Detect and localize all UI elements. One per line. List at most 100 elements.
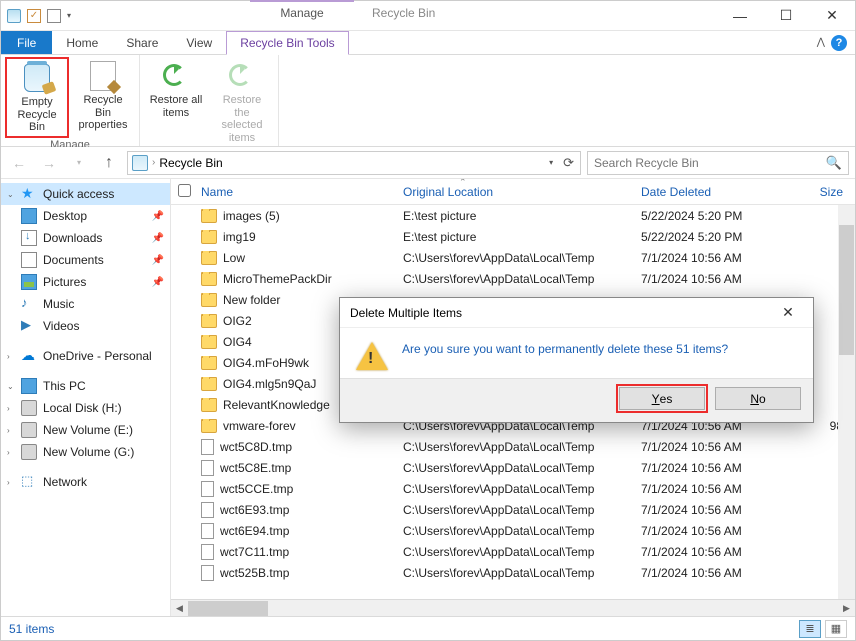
sidebar-item-quick-access[interactable]: ⌄★Quick access — [1, 183, 170, 205]
table-row[interactable]: wct5C8E.tmpC:\Users\forev\AppData\Local\… — [171, 457, 855, 478]
file-name: Low — [223, 251, 245, 265]
empty-recycle-bin-button[interactable]: Empty Recycle Bin — [5, 57, 69, 138]
vertical-scroll-thumb[interactable] — [839, 225, 854, 355]
qat-new-folder-icon[interactable] — [47, 9, 61, 23]
tab-file[interactable]: File — [1, 31, 52, 54]
nav-back-button[interactable]: ← — [7, 151, 31, 175]
chevron-right-icon[interactable]: › — [152, 157, 155, 168]
sidebar-item-new-volume-e[interactable]: ›New Volume (E:) — [1, 419, 170, 441]
minimize-button[interactable]: — — [717, 1, 763, 31]
window-title: Recycle Bin — [372, 6, 435, 20]
file-date-deleted: 7/1/2024 10:56 AM — [641, 251, 801, 265]
ribbon-group-restore: Restore all items Restore the selected i… — [140, 55, 279, 146]
table-row[interactable]: img19E:\test picture5/22/2024 5:20 PM — [171, 226, 855, 247]
address-dropdown-icon[interactable]: ▾ — [545, 158, 557, 167]
table-row[interactable]: wct5CCE.tmpC:\Users\forev\AppData\Local\… — [171, 478, 855, 499]
contextual-tab-highlight — [250, 0, 354, 2]
vertical-scrollbar[interactable] — [838, 205, 855, 599]
restore-all-items-button[interactable]: Restore all items — [144, 57, 208, 147]
ribbon-group-manage: Empty Recycle Bin Recycle Bin properties… — [1, 55, 140, 146]
table-row[interactable]: wct7C11.tmpC:\Users\forev\AppData\Local\… — [171, 541, 855, 562]
navigation-pane[interactable]: ⌄★Quick access Desktop📌 Downloads📌 Docum… — [1, 179, 171, 616]
collapse-ribbon-icon[interactable]: ⋀ — [817, 37, 825, 48]
dialog-no-button[interactable]: No — [715, 387, 801, 410]
file-name: img19 — [223, 230, 256, 244]
help-icon[interactable]: ? — [831, 35, 847, 51]
pin-icon: 📌 — [152, 211, 164, 222]
recycle-bin-properties-button[interactable]: Recycle Bin properties — [71, 57, 135, 138]
qat-properties-icon[interactable]: ✓ — [27, 9, 41, 23]
search-box[interactable]: 🔍 — [587, 151, 849, 175]
address-bar[interactable]: › Recycle Bin ▾ ⟳ — [127, 151, 581, 175]
file-original-location: C:\Users\forev\AppData\Local\Temp — [403, 251, 641, 265]
table-row[interactable]: wct6E94.tmpC:\Users\forev\AppData\Local\… — [171, 520, 855, 541]
view-large-icons-button[interactable]: ▦ — [825, 620, 847, 638]
column-original-location[interactable]: Original Location — [403, 185, 641, 199]
properties-icon — [90, 61, 116, 91]
recycle-bin-properties-label: Recycle Bin properties — [75, 94, 131, 132]
file-date-deleted: 7/1/2024 10:56 AM — [641, 461, 801, 475]
file-name: images (5) — [223, 209, 280, 223]
dialog-yes-button[interactable]: Yes — [619, 387, 705, 410]
table-row[interactable]: images (5)E:\test picture5/22/2024 5:20 … — [171, 205, 855, 226]
warning-icon: ! — [356, 342, 388, 372]
table-row[interactable]: wct6E93.tmpC:\Users\forev\AppData\Local\… — [171, 499, 855, 520]
drive-icon — [21, 422, 37, 438]
sort-indicator-icon: ⌃ — [459, 179, 467, 188]
file-original-location: C:\Users\forev\AppData\Local\Temp — [403, 503, 641, 517]
close-button[interactable]: ✕ — [809, 1, 855, 31]
restore-all-items-label: Restore all items — [148, 94, 204, 119]
file-name: wct5C8E.tmp — [220, 461, 291, 475]
tab-home[interactable]: Home — [52, 31, 112, 54]
search-input[interactable] — [594, 156, 826, 170]
sidebar-item-pictures[interactable]: Pictures📌 — [1, 271, 170, 293]
tab-share[interactable]: Share — [112, 31, 172, 54]
file-original-location: C:\Users\forev\AppData\Local\Temp — [403, 272, 641, 286]
sidebar-item-music[interactable]: ♪Music — [1, 293, 170, 315]
view-details-button[interactable]: ≣ — [799, 620, 821, 638]
file-original-location: C:\Users\forev\AppData\Local\Temp — [403, 566, 641, 580]
maximize-button[interactable]: ☐ — [763, 1, 809, 31]
file-date-deleted: 7/1/2024 10:56 AM — [641, 566, 801, 580]
sidebar-item-new-volume-g[interactable]: ›New Volume (G:) — [1, 441, 170, 463]
sidebar-item-local-disk-h[interactable]: ›Local Disk (H:) — [1, 397, 170, 419]
folder-icon — [201, 251, 217, 265]
dialog-close-button[interactable]: ✕ — [773, 304, 803, 321]
scroll-right-button[interactable]: ▶ — [838, 600, 855, 617]
sidebar-item-desktop[interactable]: Desktop📌 — [1, 205, 170, 227]
sidebar-item-onedrive[interactable]: ›☁OneDrive - Personal — [1, 345, 170, 367]
ribbon: Empty Recycle Bin Recycle Bin properties… — [1, 55, 855, 147]
file-date-deleted: 7/1/2024 10:56 AM — [641, 272, 801, 286]
search-icon[interactable]: 🔍 — [826, 155, 842, 171]
table-row[interactable]: wct525B.tmpC:\Users\forev\AppData\Local\… — [171, 562, 855, 583]
delete-confirmation-dialog: Delete Multiple Items ✕ ! Are you sure y… — [339, 297, 814, 423]
tab-view[interactable]: View — [172, 31, 226, 54]
table-row[interactable]: Low C:\Users\forev\AppData\Local\Temp7/1/… — [171, 247, 855, 268]
nav-up-button[interactable]: ↑ — [97, 151, 121, 175]
folder-icon — [201, 209, 217, 223]
table-row[interactable]: MicroThemePackDirC:\Users\forev\AppData\… — [171, 268, 855, 289]
refresh-icon[interactable]: ⟳ — [559, 155, 578, 171]
titlebar: ✓ ▾ Manage Recycle Bin — ☐ ✕ — [1, 1, 855, 31]
file-icon — [201, 481, 214, 497]
sidebar-item-downloads[interactable]: Downloads📌 — [1, 227, 170, 249]
breadcrumb-location[interactable]: Recycle Bin — [159, 156, 222, 170]
column-size[interactable]: Size — [801, 185, 855, 199]
tab-recycle-bin-tools[interactable]: Recycle Bin Tools — [226, 31, 349, 55]
column-date-deleted[interactable]: Date Deleted — [641, 185, 801, 199]
sidebar-item-videos[interactable]: ▶Videos — [1, 315, 170, 337]
horizontal-scroll-thumb[interactable] — [188, 601, 268, 616]
sidebar-item-this-pc[interactable]: ⌄This PC — [1, 375, 170, 397]
column-name[interactable]: Name — [197, 185, 403, 199]
qat-customize-dropdown-icon[interactable]: ▾ — [67, 11, 71, 20]
scroll-left-button[interactable]: ◀ — [171, 600, 188, 617]
network-icon: ⬚ — [21, 474, 37, 490]
sidebar-item-documents[interactable]: Documents📌 — [1, 249, 170, 271]
nav-forward-button[interactable]: → — [37, 151, 61, 175]
table-row[interactable]: wct5C8D.tmpC:\Users\forev\AppData\Local\… — [171, 436, 855, 457]
horizontal-scrollbar[interactable]: ◀ ▶ — [171, 599, 855, 616]
select-all-checkbox[interactable] — [178, 184, 191, 197]
nav-history-dropdown[interactable]: ▾ — [67, 151, 91, 175]
sidebar-item-network[interactable]: ›⬚Network — [1, 471, 170, 493]
desktop-icon — [21, 208, 37, 224]
